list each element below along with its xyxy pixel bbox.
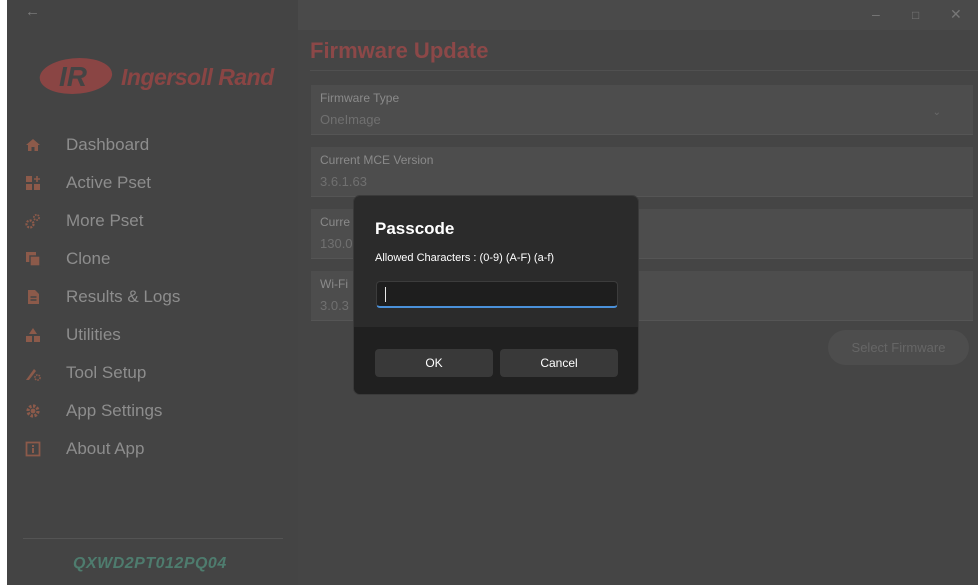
- pset-grid-icon: [26, 176, 40, 190]
- gear-icon: [26, 404, 40, 418]
- minimize-icon[interactable]: –: [872, 6, 880, 22]
- sidebar-item-clone[interactable]: Clone: [7, 240, 298, 278]
- sidebar-item-label: Dashboard: [66, 135, 150, 154]
- document-icon: [28, 290, 39, 304]
- sidebar: ← IR Ingersoll Rand Dashboard Active Pse…: [7, 0, 298, 585]
- text-caret: [385, 287, 386, 302]
- sidebar-item-label: App Settings: [66, 401, 163, 420]
- sidebar-item-label: Active Pset: [66, 173, 152, 192]
- sidebar-item-tool-setup[interactable]: Tool Setup: [7, 354, 298, 392]
- sidebar-nav: Dashboard Active Pset More Pset Clone Re…: [7, 126, 298, 468]
- home-icon: [26, 139, 40, 151]
- dialog-subtitle: Allowed Characters : (0-9) (A-F) (a-f): [375, 252, 555, 264]
- clone-icon: [26, 252, 41, 267]
- sidebar-item-active-pset[interactable]: Active Pset: [7, 164, 298, 202]
- sidebar-item-about-app[interactable]: About App: [7, 430, 298, 468]
- sidebar-item-app-settings[interactable]: App Settings: [7, 392, 298, 430]
- device-id: QXWD2PT012PQ04: [73, 555, 227, 572]
- chevron-down-icon: ⌄: [932, 107, 941, 118]
- sidebar-item-label: Results & Logs: [66, 287, 181, 306]
- title-divider: [310, 70, 978, 71]
- passcode-input[interactable]: [376, 281, 618, 308]
- shapes-icon: [26, 328, 40, 342]
- sidebar-item-label: Utilities: [66, 325, 121, 344]
- current-mce-version-field: Current MCE Version 3.6.1.63: [311, 147, 973, 197]
- sidebar-item-label: Clone: [66, 249, 111, 268]
- select-firmware-button[interactable]: Select Firmware: [828, 330, 969, 365]
- maximize-icon[interactable]: □: [912, 8, 919, 22]
- passcode-dialog: Passcode Allowed Characters : (0-9) (A-F…: [353, 195, 639, 395]
- sidebar-item-label: Tool Setup: [66, 363, 147, 382]
- dialog-footer: OK Cancel: [354, 327, 638, 394]
- sidebar-item-more-pset[interactable]: More Pset: [7, 202, 298, 240]
- svg-text:IR: IR: [59, 61, 88, 92]
- firmware-type-select[interactable]: Firmware Type OneImage ⌄: [311, 85, 973, 135]
- cancel-button[interactable]: Cancel: [500, 349, 618, 377]
- field-label: Current MCE Version: [320, 153, 434, 167]
- info-icon: [25, 441, 41, 457]
- sidebar-item-dashboard[interactable]: Dashboard: [7, 126, 298, 164]
- field-value: 130.0: [320, 236, 353, 251]
- dialog-title: Passcode: [375, 219, 455, 238]
- field-value: OneImage: [320, 112, 381, 127]
- gears-icon: [25, 214, 40, 229]
- sidebar-item-label: About App: [66, 439, 145, 458]
- back-arrow-icon[interactable]: ←: [25, 3, 40, 20]
- sidebar-divider: [23, 538, 283, 539]
- brand-name: Ingersoll Rand: [121, 64, 274, 90]
- ir-emblem-icon: IR: [39, 58, 113, 94]
- field-value: 3.6.1.63: [320, 174, 367, 189]
- ok-button[interactable]: OK: [375, 349, 493, 377]
- field-label: Curre: [320, 215, 351, 229]
- field-label: Wi-Fi: [320, 277, 348, 291]
- field-label: Firmware Type: [320, 91, 400, 105]
- page-title: Firmware Update: [310, 38, 489, 63]
- sidebar-item-label: More Pset: [66, 211, 144, 230]
- title-bar: – □ ✕: [298, 0, 978, 30]
- brand-logo: IR Ingersoll Rand: [37, 52, 277, 100]
- field-value: 3.0.3: [320, 298, 349, 313]
- sidebar-item-results-logs[interactable]: Results & Logs: [7, 278, 298, 316]
- sidebar-item-utilities[interactable]: Utilities: [7, 316, 298, 354]
- tool-gear-icon: [26, 369, 41, 381]
- close-icon[interactable]: ✕: [950, 6, 962, 23]
